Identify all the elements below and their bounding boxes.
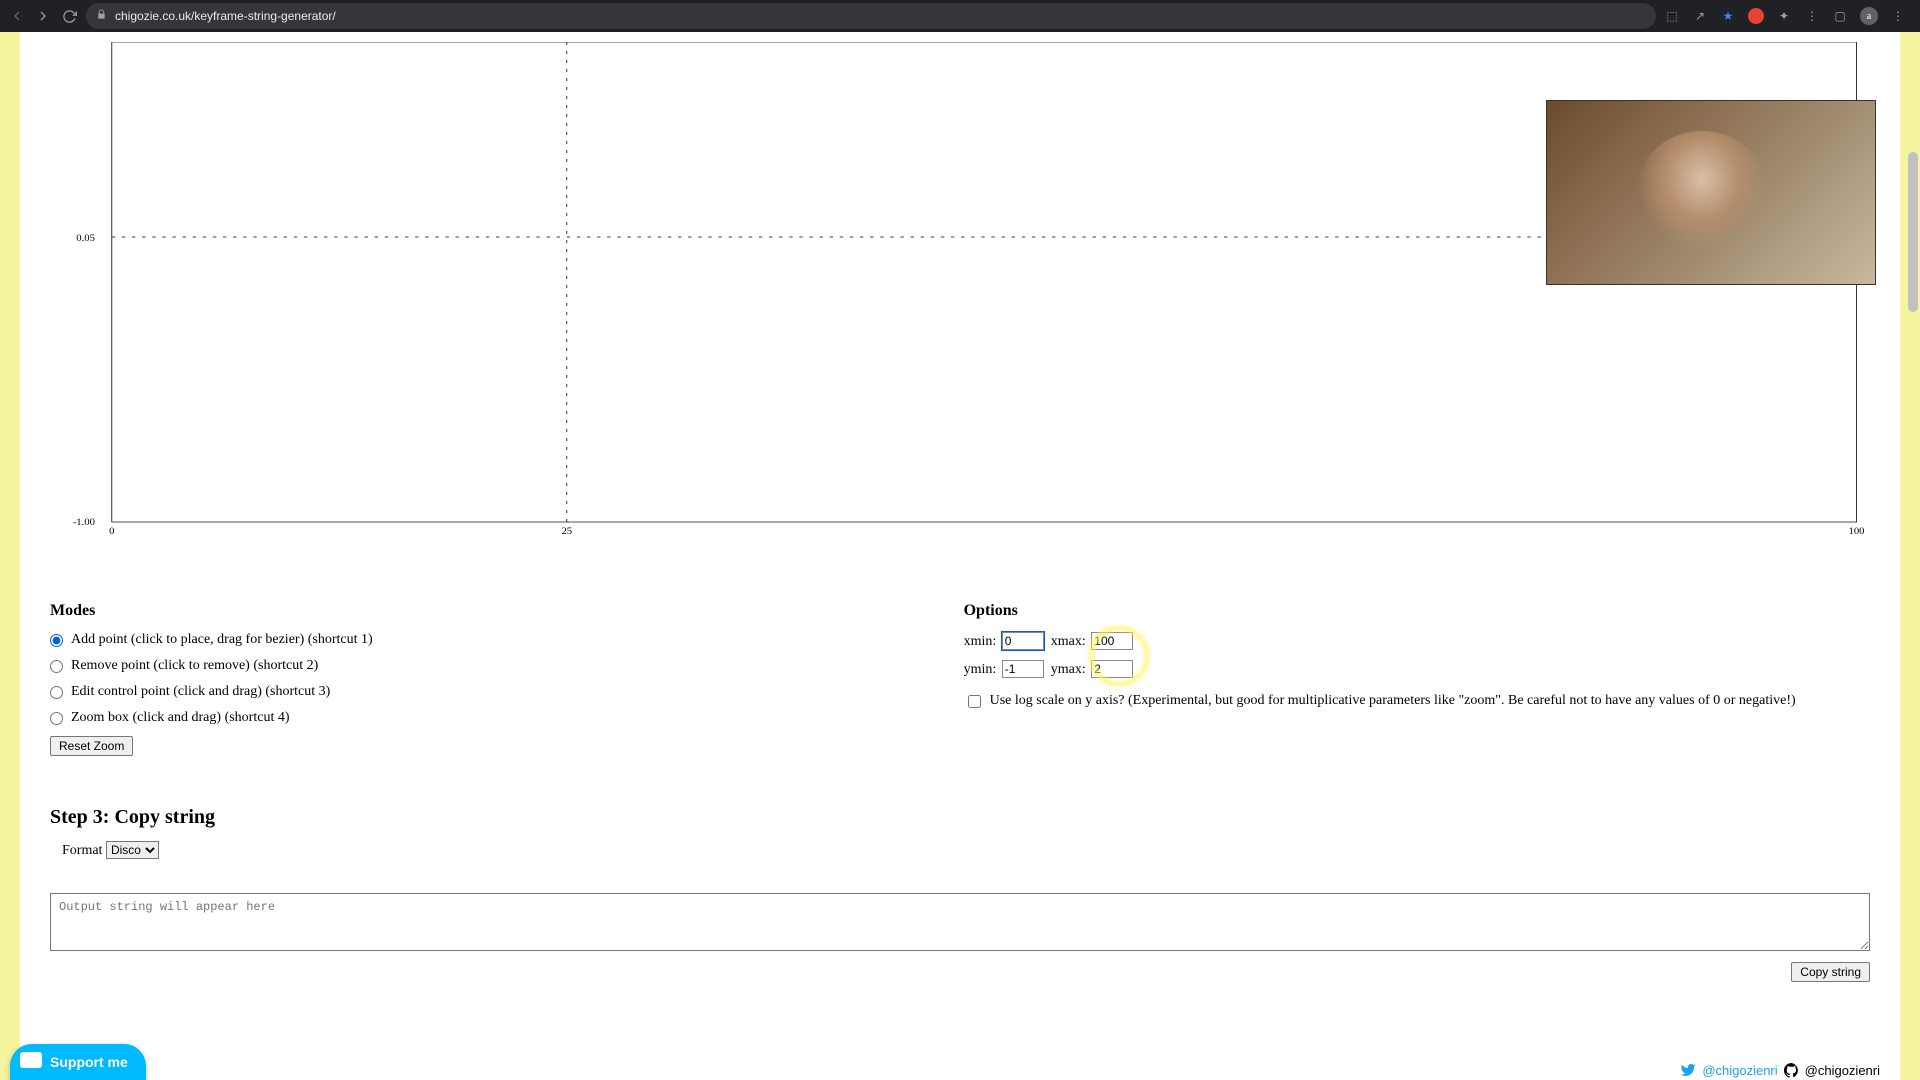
- share-icon[interactable]: ↗: [1692, 8, 1708, 24]
- forward-icon[interactable]: [34, 7, 52, 25]
- mode-edit-control[interactable]: Edit control point (click and drag) (sho…: [50, 684, 924, 700]
- mode-edit-label: Edit control point (click and drag) (sho…: [71, 684, 330, 700]
- bookmark-star-icon[interactable]: ★: [1720, 8, 1736, 24]
- options-panel: Options xmin: xmax: ymin: ymax: Use log …: [964, 602, 1870, 756]
- ytick-bottom: -1.00: [73, 517, 95, 527]
- xmax-label: xmax:: [1051, 634, 1086, 649]
- page-scrollbar[interactable]: [1908, 152, 1918, 312]
- ytick-mid: 0.05: [76, 233, 95, 243]
- reload-icon[interactable]: [60, 7, 78, 25]
- logscale-label: Use log scale on y axis? (Experimental, …: [990, 692, 1796, 711]
- puzzle-icon[interactable]: ✦: [1776, 8, 1792, 24]
- extension-icons: ⬚ ↗ ★ ✦ ⋮ ▢ a ⋮: [1664, 7, 1912, 25]
- format-select[interactable]: Disco: [106, 841, 159, 859]
- lock-icon: [96, 9, 107, 23]
- ymax-input[interactable]: [1091, 660, 1133, 678]
- extension-red-icon[interactable]: [1748, 8, 1764, 24]
- support-me-button[interactable]: Support me: [10, 1044, 146, 1080]
- mode-zoom-radio[interactable]: [50, 712, 63, 725]
- xmin-input[interactable]: [1002, 632, 1044, 650]
- menu-dots-icon[interactable]: ⋮: [1804, 8, 1820, 24]
- kebab-icon[interactable]: ⋮: [1890, 8, 1906, 24]
- mode-add-radio[interactable]: [50, 634, 63, 647]
- panel-icon[interactable]: ▢: [1832, 8, 1848, 24]
- xmax-input[interactable]: [1091, 632, 1133, 650]
- options-heading: Options: [964, 602, 1870, 620]
- back-icon[interactable]: [8, 7, 26, 25]
- mode-remove-radio[interactable]: [50, 660, 63, 673]
- xtick-0: 0: [109, 526, 114, 536]
- copy-string-button[interactable]: Copy string: [1791, 962, 1870, 982]
- modes-heading: Modes: [50, 602, 924, 620]
- profile-icon[interactable]: a: [1860, 7, 1878, 25]
- xmin-label: xmin:: [964, 634, 997, 649]
- mode-remove-point[interactable]: Remove point (click to remove) (shortcut…: [50, 658, 924, 674]
- ymin-input[interactable]: [1002, 660, 1044, 678]
- twitter-icon[interactable]: [1680, 1062, 1696, 1078]
- mode-edit-radio[interactable]: [50, 686, 63, 699]
- mode-add-label: Add point (click to place, drag for bezi…: [71, 632, 373, 648]
- mode-add-point[interactable]: Add point (click to place, drag for bezi…: [50, 632, 924, 648]
- support-label: Support me: [50, 1054, 128, 1070]
- mode-remove-label: Remove point (click to remove) (shortcut…: [71, 658, 318, 674]
- reset-zoom-button[interactable]: Reset Zoom: [50, 736, 133, 756]
- output-textarea[interactable]: [50, 893, 1870, 951]
- github-icon[interactable]: [1784, 1063, 1799, 1078]
- url-bar[interactable]: chigozie.co.uk/keyframe-string-generator…: [86, 3, 1656, 29]
- logscale-checkbox[interactable]: [968, 695, 981, 708]
- ymax-label: ymax:: [1051, 662, 1086, 677]
- xtick-25: 25: [561, 526, 572, 536]
- step3-heading: Step 3: Copy string: [50, 806, 1870, 829]
- github-handle[interactable]: @chigozienri: [1805, 1063, 1880, 1078]
- twitter-handle[interactable]: @chigozienri: [1702, 1063, 1777, 1078]
- mode-zoom-box[interactable]: Zoom box (click and drag) (shortcut 4): [50, 710, 924, 726]
- browser-toolbar: chigozie.co.uk/keyframe-string-generator…: [0, 0, 1920, 32]
- url-text: chigozie.co.uk/keyframe-string-generator…: [115, 9, 336, 23]
- footer-social: @chigozienri @chigozienri: [1680, 1062, 1880, 1078]
- webcam-overlay: [1546, 100, 1876, 285]
- modes-panel: Modes Add point (click to place, drag fo…: [50, 602, 924, 756]
- mode-zoom-label: Zoom box (click and drag) (shortcut 4): [71, 710, 290, 726]
- xtick-100: 100: [1849, 526, 1865, 536]
- format-label: Format: [62, 843, 102, 858]
- translate-icon[interactable]: ⬚: [1664, 8, 1680, 24]
- ymin-label: ymin:: [964, 662, 997, 677]
